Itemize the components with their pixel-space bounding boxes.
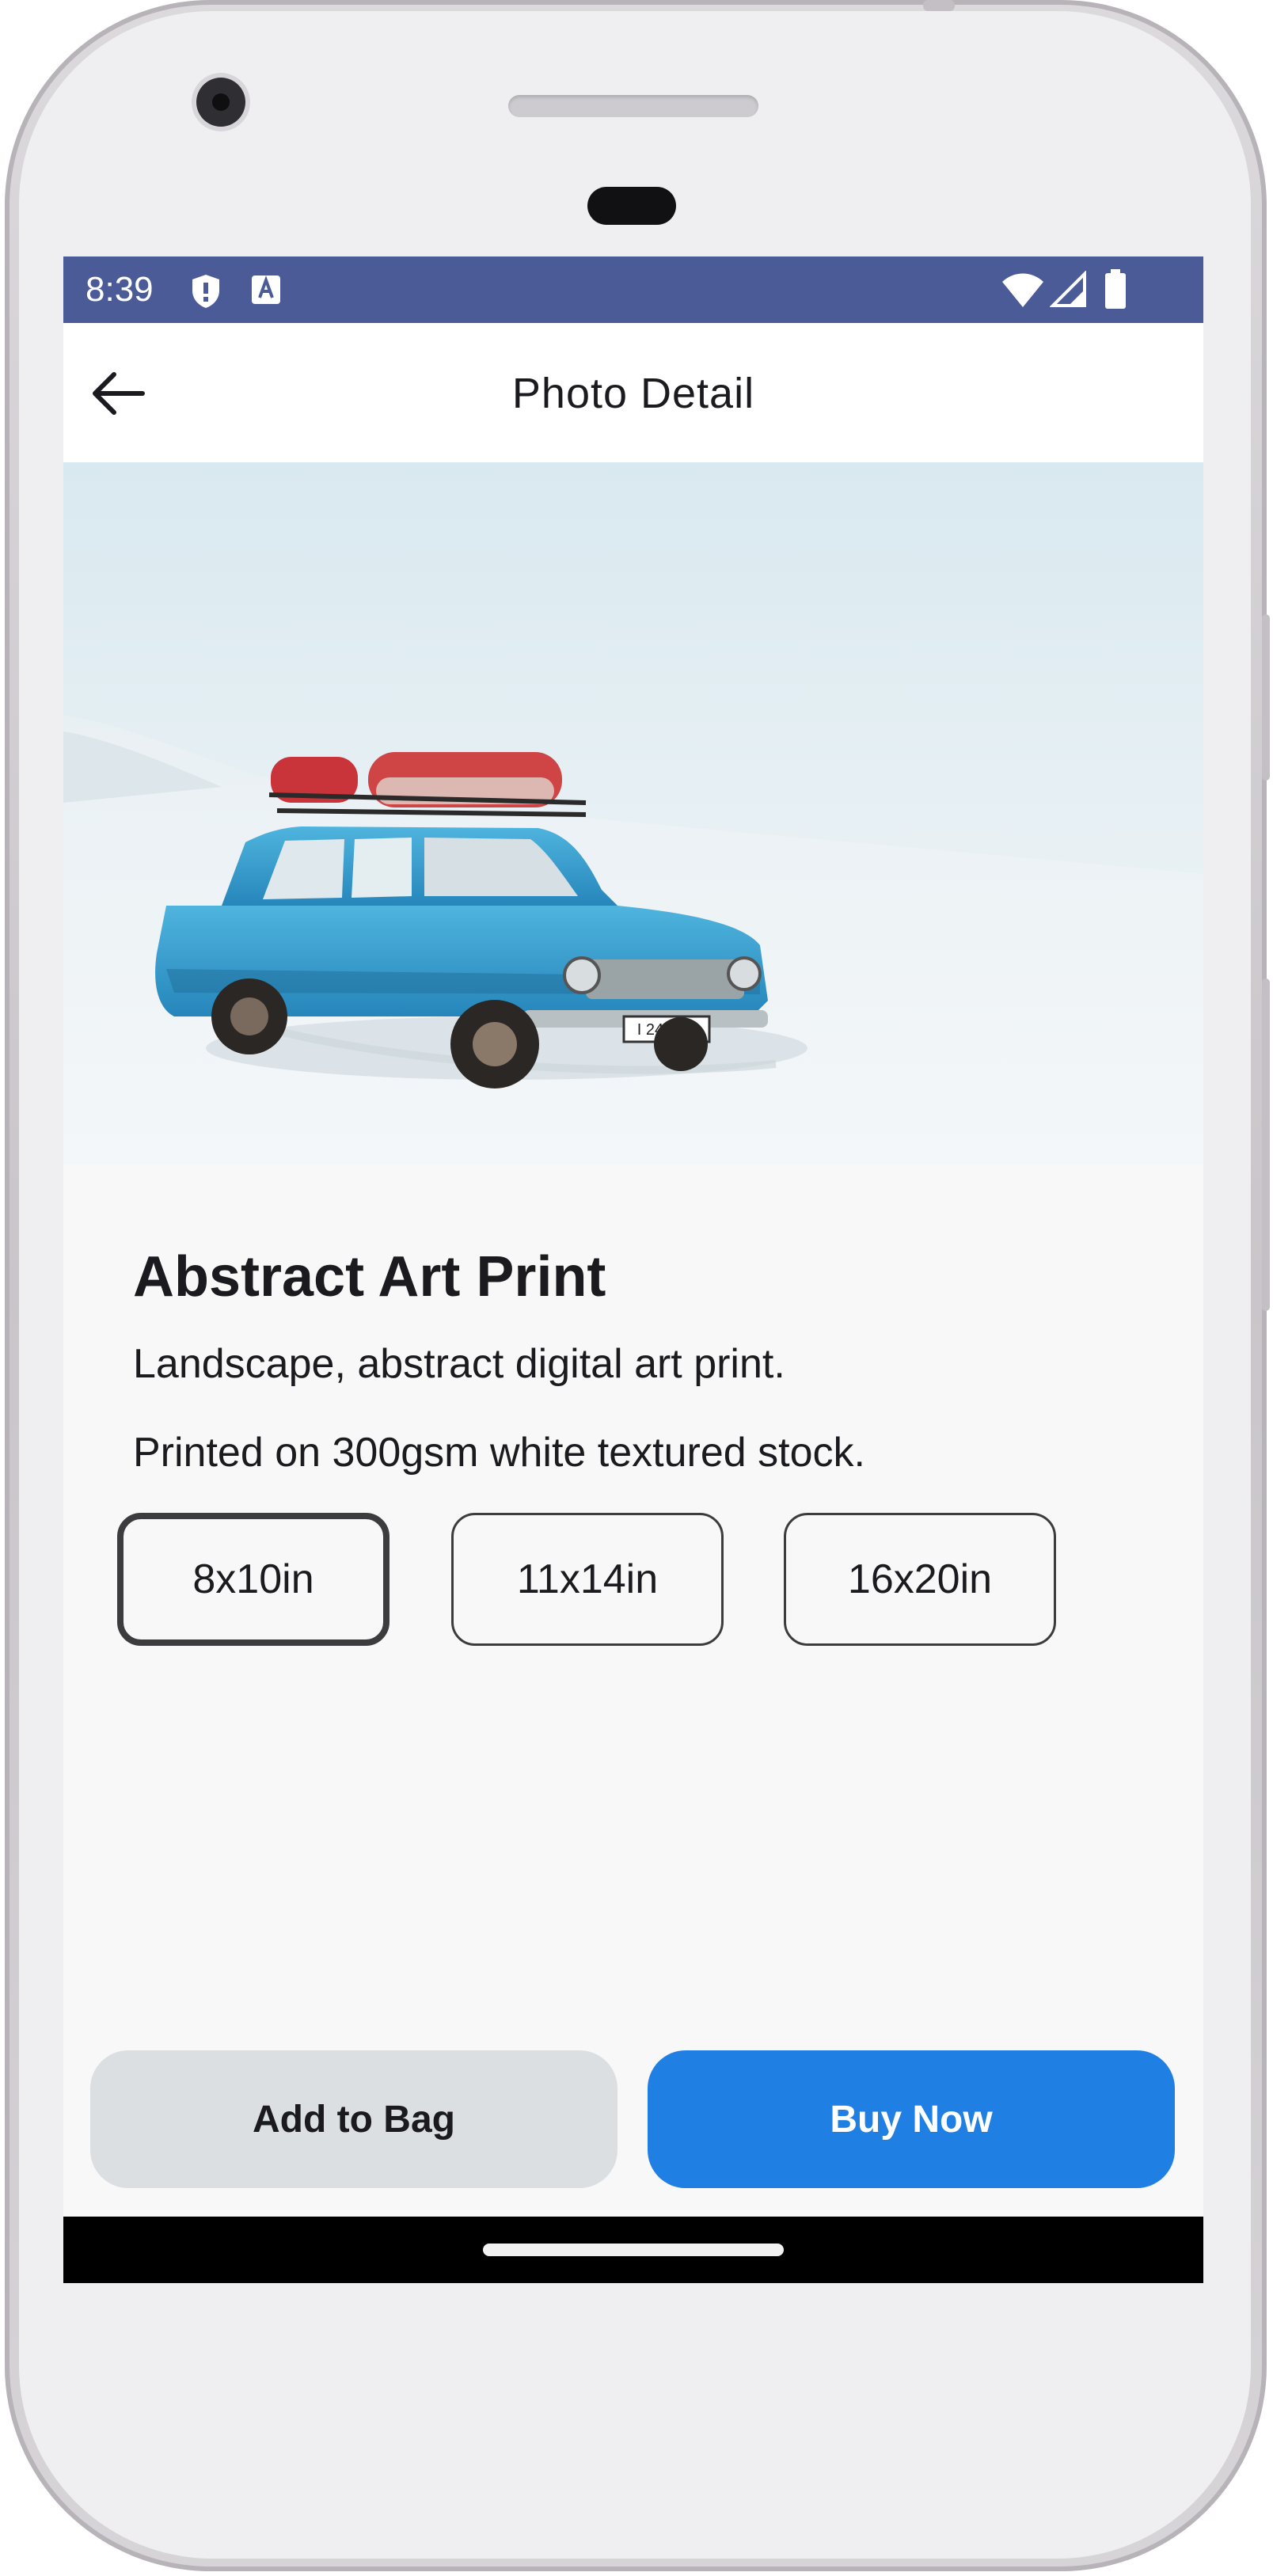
battery-icon xyxy=(1104,269,1127,314)
product-title: Abstract Art Print xyxy=(133,1245,606,1309)
product-image: I 2430 B xyxy=(63,462,1203,1165)
size-option-8x10[interactable]: 8x10in xyxy=(117,1513,390,1646)
product-stock-info: Printed on 300gsm white textured stock. xyxy=(133,1430,865,1476)
status-time: 8:39 xyxy=(86,270,154,309)
buy-now-button[interactable]: Buy Now xyxy=(648,2050,1175,2188)
proximity-sensor xyxy=(587,187,676,225)
shield-icon xyxy=(188,272,223,314)
product-description: Landscape, abstract digital art print. xyxy=(133,1341,785,1387)
wifi-icon xyxy=(1001,271,1045,313)
system-nav-bar xyxy=(63,2217,1203,2283)
signal-icon xyxy=(1049,270,1088,313)
keyboard-a-icon xyxy=(250,274,282,310)
add-to-bag-button[interactable]: Add to Bag xyxy=(90,2050,618,2188)
screen: 8:39 Photo Detail I Abstract Art Print L… xyxy=(63,256,1203,2283)
size-option-11x14[interactable]: 11x14in xyxy=(451,1513,724,1646)
top-button xyxy=(923,0,955,11)
size-option-16x20[interactable]: 16x20in xyxy=(784,1513,1056,1646)
volume-button xyxy=(1262,978,1270,1311)
page-title: Photo Detail xyxy=(511,370,755,417)
front-camera xyxy=(196,78,245,127)
earpiece-speaker xyxy=(508,95,758,117)
home-gesture-handle[interactable] xyxy=(483,2244,784,2256)
power-button xyxy=(1262,614,1270,781)
app-bar: Photo Detail xyxy=(63,323,1203,462)
status-bar: 8:39 xyxy=(63,256,1203,323)
